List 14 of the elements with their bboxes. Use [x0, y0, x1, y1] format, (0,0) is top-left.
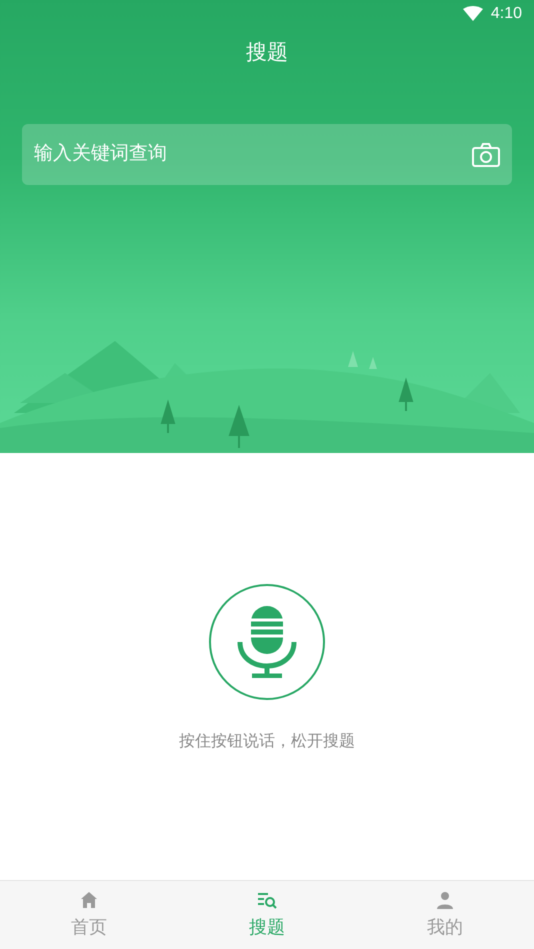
microphone-button[interactable] — [209, 584, 325, 700]
tab-item[interactable]: 首页 — [0, 881, 178, 949]
page-title: 搜题 — [246, 40, 288, 66]
status-time: 4:10 — [490, 4, 522, 24]
search-field[interactable]: 输入关键词查询 — [34, 140, 414, 169]
home-icon — [79, 890, 99, 910]
tab-item[interactable]: 搜题 — [178, 881, 356, 949]
wifi-icon — [462, 6, 483, 22]
camera-icon[interactable] — [472, 142, 500, 166]
search-bar[interactable]: 输入关键词查询 — [22, 124, 512, 185]
voice-hint: 按住按钮说话，松开搜题 — [179, 732, 355, 752]
microphone-icon — [236, 606, 298, 678]
person-icon — [435, 890, 455, 910]
tab-item[interactable]: 我的 — [356, 881, 534, 949]
